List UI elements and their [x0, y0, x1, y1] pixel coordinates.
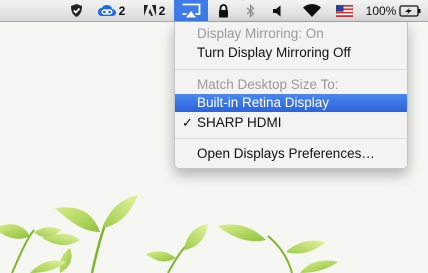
display-mirroring-menu: Display Mirroring: On Turn Display Mirro… [174, 22, 408, 169]
match-desktop-size-header: Match Desktop Size To: [197, 77, 339, 92]
bluetooth-icon[interactable] [242, 0, 258, 21]
sharp-hdmi-label: SHARP HDMI [197, 115, 282, 130]
menu-separator [175, 138, 407, 139]
battery-charging-icon[interactable] [397, 0, 423, 21]
leaf-plant-right [218, 224, 338, 273]
menu-bar: 2 2 100% [0, 0, 428, 22]
adobe-menu[interactable]: 2 [139, 0, 169, 21]
turn-mirroring-off-item[interactable]: Turn Display Mirroring Off [175, 44, 407, 62]
builtin-retina-display-item[interactable]: Built-in Retina Display [175, 94, 407, 112]
lock-icon[interactable] [214, 0, 232, 21]
leaf-plant-left [0, 195, 138, 273]
creative-cloud-menu[interactable]: 2 [93, 0, 129, 21]
us-flag-input-icon[interactable] [333, 0, 355, 21]
mirroring-status-label: Display Mirroring: On [197, 26, 324, 41]
creative-cloud-icon [97, 5, 116, 16]
sharp-hdmi-item[interactable]: ✓ SHARP HDMI [175, 114, 407, 132]
volume-icon[interactable] [268, 0, 286, 21]
creative-cloud-badge: 2 [118, 3, 126, 18]
wifi-icon[interactable] [300, 0, 324, 21]
battery-percent[interactable]: 100% [364, 0, 398, 21]
leaf-plant-middle [146, 224, 208, 273]
airplay-icon [182, 3, 201, 18]
open-displays-preferences-item[interactable]: Open Displays Preferences… [175, 145, 407, 163]
adobe-icon [143, 5, 156, 16]
airplay-display-menu[interactable] [174, 0, 208, 21]
adobe-badge: 2 [158, 3, 166, 18]
checkmark-icon: ✓ [182, 115, 193, 130]
shield-check-icon[interactable] [66, 0, 86, 21]
menu-separator [175, 69, 407, 70]
